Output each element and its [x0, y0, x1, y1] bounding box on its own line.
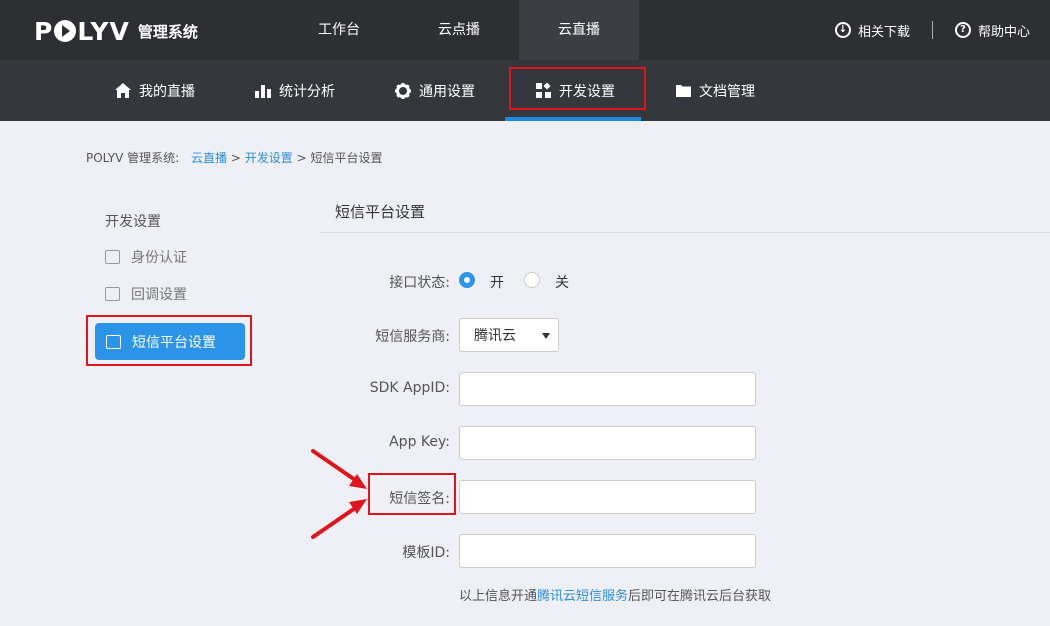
- breadcrumb-link-dev[interactable]: 开发设置: [245, 151, 293, 165]
- sidebar-item-sms[interactable]: 短信平台设置: [95, 323, 245, 360]
- section-divider: [320, 232, 1050, 233]
- logo-wordmark: P LYV: [34, 16, 130, 46]
- active-tab-indicator: [505, 117, 641, 121]
- terminal-icon: [105, 287, 120, 301]
- topnav-workbench[interactable]: 工作台: [279, 0, 399, 60]
- top-bar: P LYV 管理系统 工作台 云点播 云直播 ↓ 相关下载 ? 帮助中心: [0, 0, 1050, 60]
- subnav-label: 统计分析: [279, 83, 335, 100]
- help-note: 以上信息开通腾讯云短信服务后即可在腾讯云后台获取: [459, 585, 771, 604]
- section-title: 短信平台设置: [335, 203, 426, 221]
- help-label: 帮助中心: [977, 24, 1030, 40]
- status-off-radio[interactable]: [524, 272, 540, 288]
- help-icon: ?: [954, 22, 971, 38]
- help-link[interactable]: ? 帮助中心: [954, 21, 1030, 40]
- home-icon: [115, 83, 131, 98]
- topnav-vod[interactable]: 云点播: [399, 0, 519, 60]
- breadcrumb-sep: >: [296, 151, 307, 165]
- template-id-label: 模板ID:: [402, 545, 450, 561]
- topnav-live[interactable]: 云直播: [519, 0, 639, 60]
- sdk-appid-input[interactable]: [459, 372, 756, 406]
- sidebar-item-identity[interactable]: 身份认证: [105, 247, 187, 267]
- provider-select[interactable]: 腾讯云: [459, 318, 559, 352]
- chevron-down-icon: [542, 333, 550, 339]
- status-off-label: 关: [555, 275, 569, 291]
- gear-icon: [395, 82, 411, 99]
- subnav-stats[interactable]: 统计分析: [255, 60, 335, 121]
- breadcrumb-sep: >: [230, 151, 241, 165]
- note-text: 以上信息开通: [459, 589, 538, 604]
- breadcrumb-link-live[interactable]: 云直播: [191, 151, 227, 165]
- provider-value: 腾讯云: [474, 328, 516, 344]
- top-right-links: ↓ 相关下载 ? 帮助中心: [834, 0, 1030, 60]
- annotation-arrows: [311, 449, 367, 539]
- app-key-input[interactable]: [459, 426, 756, 460]
- top-nav: 工作台 云点播 云直播: [279, 0, 639, 60]
- template-id-input[interactable]: [459, 534, 756, 568]
- status-on-label: 开: [490, 275, 504, 291]
- logo-play-icon: [54, 19, 77, 42]
- subnav-label: 我的直播: [139, 83, 195, 100]
- terminal-icon: [106, 334, 121, 349]
- breadcrumb-current: 短信平台设置: [310, 151, 383, 165]
- download-label: 相关下载: [857, 24, 910, 40]
- download-link[interactable]: ↓ 相关下载: [834, 21, 910, 40]
- sidebar-item-label: 回调设置: [131, 287, 187, 303]
- subnav-general-settings[interactable]: 通用设置: [395, 60, 475, 121]
- provider-label: 短信服务商:: [375, 329, 450, 345]
- subnav-label: 通用设置: [419, 83, 475, 100]
- id-card-icon: [105, 250, 120, 264]
- download-icon: ↓: [834, 22, 851, 38]
- logo-subtitle: 管理系统: [137, 22, 198, 41]
- sdk-appid-label: SDK AppID:: [369, 380, 450, 396]
- polyv-logo[interactable]: P LYV 管理系统: [34, 16, 198, 46]
- subnav-label: 文档管理: [699, 83, 755, 100]
- status-label: 接口状态:: [389, 275, 450, 291]
- sms-signature-input[interactable]: [459, 480, 756, 514]
- status-on-radio[interactable]: [459, 272, 475, 288]
- sidebar-item-label: 身份认证: [131, 250, 187, 266]
- note-text: 后即可在腾讯云后台获取: [628, 589, 772, 604]
- sidebar-item-callback[interactable]: 回调设置: [105, 284, 187, 304]
- sub-nav: 我的直播 统计分析 通用设置 开发设置 文档管理: [0, 60, 1050, 121]
- breadcrumb: POLYV 管理系统: 云直播 > 开发设置 > 短信平台设置: [86, 149, 382, 166]
- subnav-my-live[interactable]: 我的直播: [115, 60, 195, 121]
- bar-chart-icon: [255, 85, 271, 98]
- subnav-dev-settings[interactable]: 开发设置: [536, 60, 615, 121]
- widgets-icon: [536, 83, 551, 98]
- divider: [931, 21, 933, 39]
- note-link[interactable]: 腾讯云短信服务: [537, 589, 628, 604]
- sidebar-title: 开发设置: [105, 214, 161, 230]
- breadcrumb-prefix: POLYV 管理系统:: [86, 151, 180, 165]
- subnav-docs[interactable]: 文档管理: [676, 60, 755, 121]
- subnav-label: 开发设置: [559, 83, 615, 100]
- folder-icon: [676, 85, 691, 97]
- sidebar-item-label: 短信平台设置: [132, 334, 216, 351]
